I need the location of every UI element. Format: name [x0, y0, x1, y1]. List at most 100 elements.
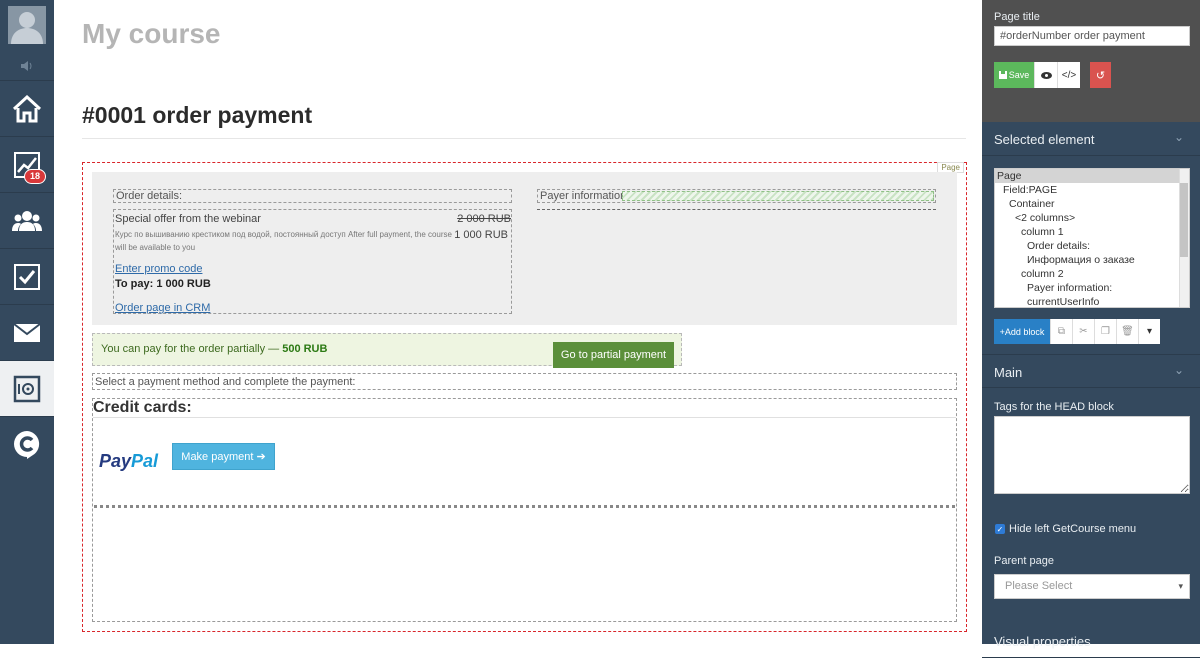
head-tags-label: Tags for the HEAD block [994, 401, 1114, 413]
tree-scrollbar-thumb[interactable] [1180, 183, 1188, 257]
home-icon [12, 94, 42, 122]
tree-item[interactable]: Order details: [995, 239, 1189, 253]
tree-item[interactable]: Container [995, 197, 1189, 211]
head-tags-textarea[interactable] [994, 416, 1190, 494]
page-title: #0001 order payment [82, 102, 313, 128]
page-title-section: Page title Save </> ↺ [982, 0, 1200, 122]
trash-icon: 🗑 [1121, 326, 1134, 337]
paste-icon: ❐ [1101, 326, 1110, 337]
partial-payment-amount: 500 RUB [282, 343, 328, 355]
order-details-heading[interactable]: Order details: [113, 189, 512, 203]
chevron-down-icon: ⌄ [1173, 363, 1184, 377]
partial-payment-button[interactable]: Go to partial payment [553, 342, 674, 368]
make-payment-button[interactable]: Make payment ➔ [172, 443, 275, 470]
duplicate-button[interactable]: ⧉ [1050, 319, 1072, 344]
eye-icon [1040, 71, 1052, 79]
revert-button[interactable]: ↺ [1090, 62, 1111, 88]
users-icon [12, 210, 42, 231]
tree-item[interactable]: <2 columns> [995, 211, 1189, 225]
nav-sales[interactable]: 18 [0, 136, 54, 192]
parent-page-select[interactable]: Please Select ▾ [994, 574, 1190, 599]
mail-icon [13, 322, 41, 342]
parent-page-label: Parent page [994, 555, 1054, 567]
payment-method-instruction[interactable]: Select a payment method and complete the… [92, 373, 957, 390]
title-divider [82, 138, 966, 139]
add-block-button[interactable]: +Add block [994, 319, 1050, 344]
nav-getcourse[interactable] [0, 416, 54, 472]
chevron-down-icon: ⌄ [1173, 130, 1184, 144]
caret-down-icon: ▾ [1146, 326, 1153, 337]
undo-icon: ↺ [1095, 69, 1106, 82]
hide-menu-checkbox[interactable]: ✓ [995, 524, 1005, 534]
payer-info-placeholder[interactable] [622, 191, 934, 201]
credit-divider [93, 417, 956, 418]
order-details-column[interactable]: Order details: Special offer from the we… [113, 189, 512, 314]
safe-icon [13, 375, 41, 402]
tree-item[interactable]: Информация о заказе [995, 253, 1189, 267]
crm-order-link[interactable]: Order page in CRM [115, 302, 210, 314]
block-toolbar: +Add block ⧉ ✂ ❐ 🗑 ▾ [994, 319, 1160, 344]
scissors-icon: ✂ [1079, 326, 1088, 337]
tree-item[interactable]: Page [995, 169, 1189, 183]
user-avatar-icon [8, 6, 46, 44]
offer-description: Курс по вышиванию крестиком под водой, п… [115, 230, 452, 252]
preview-button[interactable] [1034, 62, 1057, 88]
order-info-block[interactable]: Special offer from the webinar 2 000 RUB… [113, 209, 512, 314]
copy-icon: ⧉ [1057, 326, 1066, 337]
tree-item[interactable]: currentUserInfo [995, 295, 1189, 307]
tree-item[interactable]: Field:PAGE [995, 183, 1189, 197]
partial-payment-text: You can pay for the order partially — 50… [101, 343, 328, 355]
element-tree[interactable]: Page Field:PAGE Container <2 columns> column… [994, 168, 1190, 308]
getcourse-logo-icon [14, 430, 40, 459]
notification-badge: 18 [24, 169, 47, 184]
save-button[interactable]: Save [994, 62, 1034, 88]
visual-properties-header[interactable]: Visual properties [982, 624, 1200, 658]
tree-item[interactable]: column 2 [995, 267, 1189, 281]
course-title: My course [82, 18, 221, 49]
floppy-icon [998, 71, 1007, 79]
old-price: 2 000 RUB [457, 213, 511, 225]
order-info-container[interactable]: Order details: Special offer from the we… [92, 172, 957, 325]
block-separator [94, 505, 955, 508]
select-arrow-icon: ▾ [1178, 581, 1183, 591]
new-price: 1 000 RUB [454, 229, 508, 241]
delete-button[interactable]: 🗑 [1116, 319, 1138, 344]
paste-button[interactable]: ❐ [1094, 319, 1116, 344]
payer-info-heading[interactable]: Payer information: [537, 189, 936, 203]
page-title-input[interactable] [994, 26, 1190, 46]
nav-users[interactable] [0, 192, 54, 248]
nav-tasks[interactable] [0, 248, 54, 304]
credit-cards-block[interactable]: Credit cards: PayPal Make payment ➔ [92, 398, 957, 622]
avatar[interactable] [0, 0, 54, 50]
main-content: My course #0001 order payment Page Order… [54, 0, 982, 644]
page-title-label: Page title [994, 11, 1040, 23]
selected-element-header[interactable]: Selected element ⌄ [982, 122, 1200, 156]
tree-scrollbar[interactable] [1179, 169, 1189, 307]
code-button[interactable]: </> [1057, 62, 1080, 88]
partial-payment-notice[interactable]: You can pay for the order partially — 50… [92, 333, 682, 368]
offer-name: Special offer from the webinar [115, 213, 261, 225]
payer-info-column[interactable]: Payer information: [537, 189, 936, 210]
paypal-logo: PayPal [99, 451, 159, 471]
more-options-button[interactable]: ▾ [1138, 319, 1160, 344]
nav-messages[interactable] [0, 304, 54, 360]
code-icon: </> [1061, 69, 1077, 81]
element-tree-list[interactable]: Page Field:PAGE Container <2 columns> column… [995, 169, 1189, 307]
tasks-icon [14, 263, 40, 290]
hide-menu-label[interactable]: Hide left GetCourse menu [1009, 523, 1136, 535]
nav-home[interactable] [0, 80, 54, 136]
page-editor-frame[interactable]: Page Order details: Special offer from t… [82, 162, 967, 632]
promo-code-link[interactable]: Enter promo code [115, 263, 202, 275]
speaker-icon[interactable] [0, 56, 54, 76]
nav-site[interactable] [0, 360, 54, 416]
settings-panel: Page title Save </> ↺ Selected element ⌄… [982, 0, 1200, 658]
cut-button[interactable]: ✂ [1072, 319, 1094, 344]
left-navigation: 18 [0, 0, 54, 644]
to-pay-amount: To pay: 1 000 RUB [115, 278, 211, 290]
payer-info-label: Payer information: [540, 190, 630, 202]
payer-info-divider [537, 209, 936, 210]
tree-item[interactable]: column 1 [995, 225, 1189, 239]
credit-cards-heading: Credit cards: [93, 399, 192, 416]
tree-item[interactable]: Payer information: [995, 281, 1189, 295]
main-section-header[interactable]: Main ⌄ [982, 354, 1200, 388]
